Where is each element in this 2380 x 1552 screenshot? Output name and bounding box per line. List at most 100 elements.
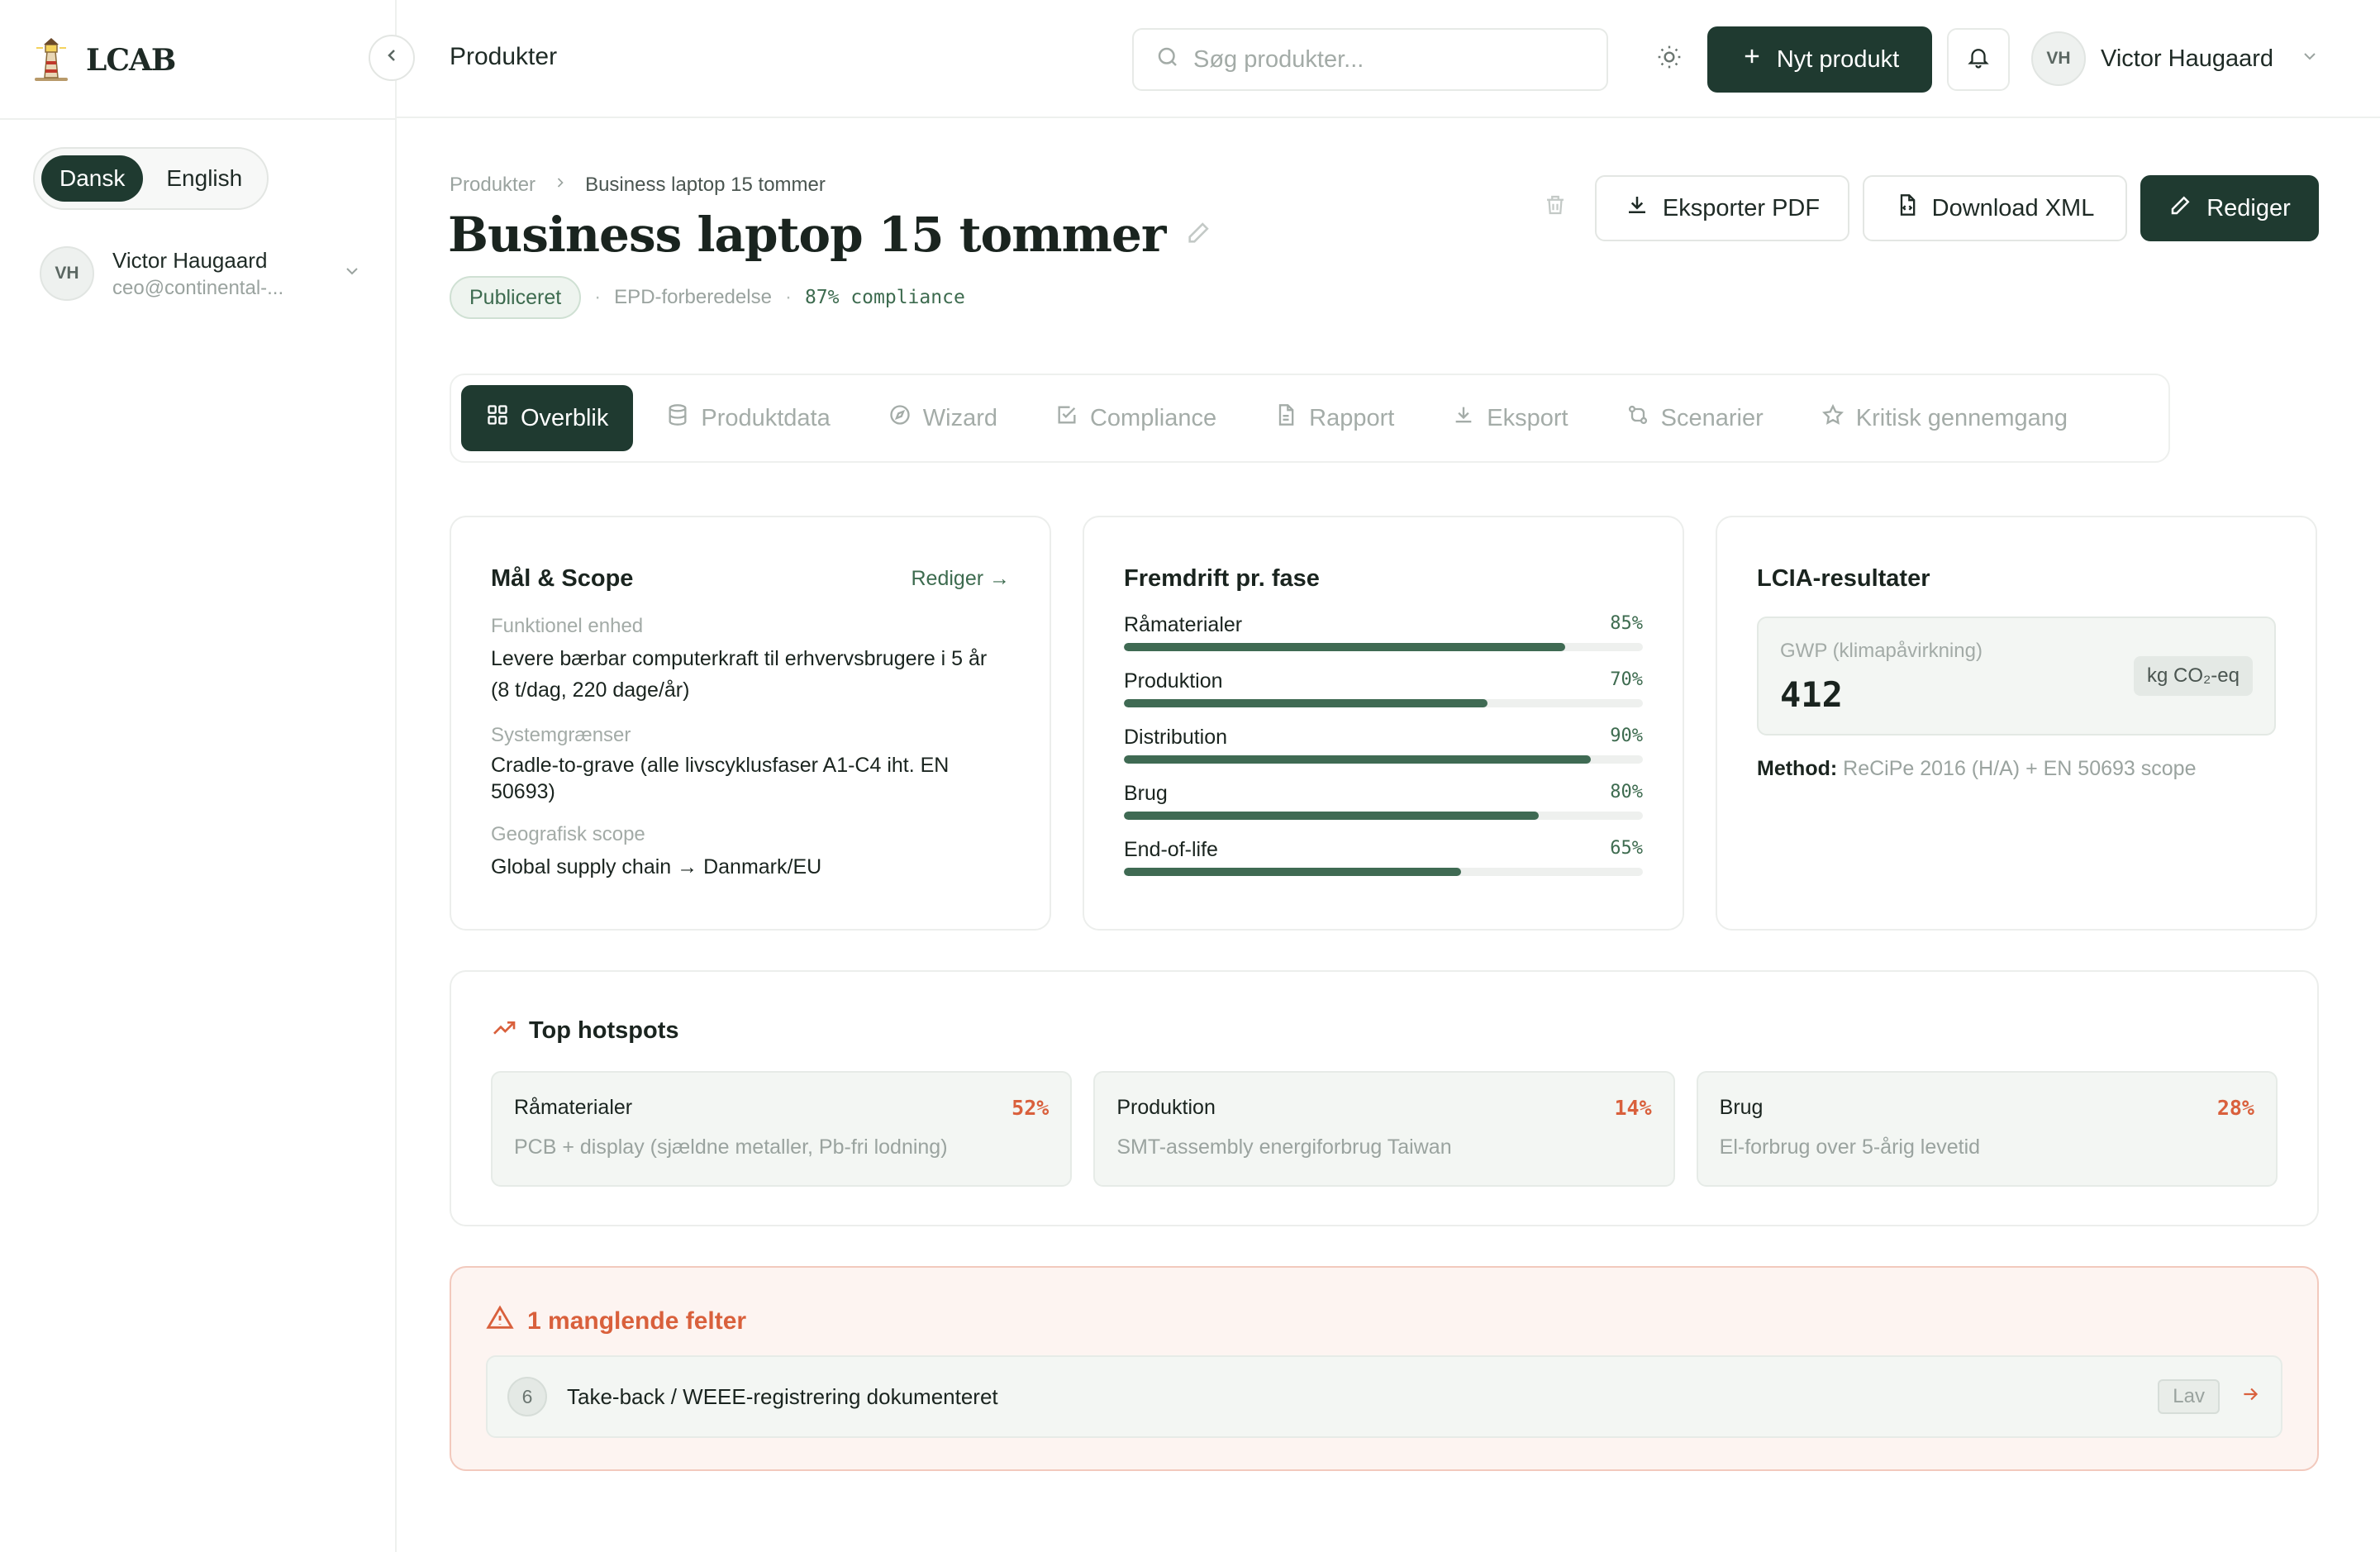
sidebar-divider bbox=[0, 118, 397, 120]
file-code-icon bbox=[1896, 192, 1919, 225]
product-tabs: Overblik Produktdata Wizard Compliance R… bbox=[450, 374, 2170, 463]
hotspot-name: Brug bbox=[1719, 1096, 1764, 1119]
hotspot-description: PCB + display (sjældne metaller, Pb-fri … bbox=[514, 1135, 948, 1159]
product-title-row: Business laptop 15 tommer bbox=[448, 207, 1213, 263]
phase-row: Råmaterialer 85% bbox=[1124, 613, 1643, 651]
progress-bar bbox=[1124, 868, 1643, 876]
missing-field-item[interactable]: 6 Take-back / WEEE-registrering dokument… bbox=[486, 1355, 2282, 1438]
sidebar-user-menu[interactable]: VH Victor Haugaard ceo@continental-... bbox=[40, 246, 362, 301]
chevron-down-icon bbox=[342, 261, 362, 287]
download-icon bbox=[1452, 403, 1475, 433]
hotspot-item[interactable]: Produktion 14% SMT-assembly energiforbru… bbox=[1093, 1071, 1675, 1187]
brand-name: LCAB bbox=[86, 43, 176, 78]
tab-wizard[interactable]: Wizard bbox=[864, 385, 1022, 451]
compliance-label: 87% compliance bbox=[804, 287, 965, 308]
collapse-sidebar-button[interactable] bbox=[369, 35, 415, 81]
field-value: Cradle-to-grave (alle livscyklusfaser A1… bbox=[491, 754, 950, 803]
hotspot-name: Råmaterialer bbox=[514, 1096, 633, 1119]
field-label: Geografisk scope bbox=[491, 823, 645, 845]
language-toggle: Dansk English bbox=[33, 147, 269, 210]
hotspot-item[interactable]: Brug 28% El-forbrug over 5-årig levetid bbox=[1696, 1071, 2278, 1187]
edit-scope-link[interactable]: Rediger → bbox=[912, 567, 1011, 591]
progress-bar bbox=[1124, 812, 1643, 820]
avatar: VH bbox=[40, 246, 94, 301]
phase-name: Brug bbox=[1124, 782, 1168, 805]
phase-name: Råmaterialer bbox=[1124, 613, 1243, 636]
card-title: Fremdrift pr. fase bbox=[1124, 564, 1320, 592]
phase-row: End-of-life 65% bbox=[1124, 838, 1643, 876]
hotspot-name: Produktion bbox=[1116, 1096, 1216, 1119]
user-menu[interactable]: VH Victor Haugaard bbox=[2031, 31, 2320, 86]
trending-up-icon bbox=[491, 1015, 517, 1047]
phase-name: End-of-life bbox=[1124, 838, 1218, 861]
status-badge: Publiceret bbox=[450, 276, 582, 319]
tab-product-data[interactable]: Produktdata bbox=[641, 385, 854, 451]
field-number: 6 bbox=[507, 1377, 547, 1416]
theme-toggle-button[interactable] bbox=[1646, 36, 1692, 83]
breadcrumb: Produkter Business laptop 15 tommer bbox=[450, 174, 826, 197]
download-icon bbox=[1625, 193, 1649, 224]
search-input[interactable]: Søg produkter... bbox=[1132, 28, 1608, 91]
edit-button[interactable]: Rediger bbox=[2140, 175, 2319, 241]
delete-button[interactable] bbox=[1537, 187, 1573, 228]
bell-icon bbox=[1966, 45, 1991, 75]
tab-critical-review[interactable]: Kritisk gennemgang bbox=[1797, 385, 2092, 451]
trash-icon bbox=[1543, 191, 1568, 225]
phase-percent: 65% bbox=[1610, 838, 1643, 859]
missing-fields-card: 1 manglende felter 6 Take-back / WEEE-re… bbox=[450, 1266, 2319, 1471]
phase-name: Distribution bbox=[1124, 726, 1228, 749]
phase-percent: 80% bbox=[1610, 782, 1643, 802]
user-name: Victor Haugaard bbox=[112, 247, 268, 273]
breadcrumb-current: Business laptop 15 tommer bbox=[585, 174, 826, 196]
hotspot-item[interactable]: Råmaterialer 52% PCB + display (sjældne … bbox=[491, 1071, 1073, 1187]
tab-overview[interactable]: Overblik bbox=[461, 385, 634, 451]
avatar: VH bbox=[2031, 31, 2086, 86]
method-value: ReCiPe 2016 (H/A) + EN 50693 scope bbox=[1843, 757, 2197, 780]
download-xml-button[interactable]: Download XML bbox=[1863, 175, 2127, 241]
new-product-label: Nyt produkt bbox=[1776, 45, 1900, 73]
brand-logo[interactable]: LCAB bbox=[31, 31, 176, 89]
plus-icon bbox=[1740, 45, 1764, 74]
tab-scenarios[interactable]: Scenarier bbox=[1602, 385, 1788, 451]
progress-fill bbox=[1124, 868, 1462, 876]
progress-fill bbox=[1124, 699, 1488, 707]
pencil-icon[interactable] bbox=[1185, 218, 1213, 252]
tab-export[interactable]: Eksport bbox=[1427, 385, 1592, 451]
lcia-results-card: LCIA-resultater GWP (klimapåvirkning) 41… bbox=[1716, 516, 2317, 931]
new-product-button[interactable]: Nyt produkt bbox=[1707, 26, 1932, 93]
card-title: Top hotspots bbox=[529, 1017, 679, 1044]
notifications-button[interactable] bbox=[1947, 28, 2010, 91]
chevron-left-icon bbox=[382, 45, 402, 71]
language-option-dansk[interactable]: Dansk bbox=[41, 155, 144, 202]
topbar: Produkter Søg produkter... Nyt produkt V… bbox=[397, 0, 2380, 118]
progress-bar bbox=[1124, 643, 1643, 651]
top-hotspots-card: Top hotspots Råmaterialer 52% PCB + disp… bbox=[450, 970, 2319, 1226]
unit-badge: kg CO₂-eq bbox=[2133, 656, 2253, 696]
method-line: Method: ReCiPe 2016 (H/A) + EN 50693 sco… bbox=[1757, 757, 2276, 781]
phase-percent: 90% bbox=[1610, 726, 1643, 746]
phase-list: Råmaterialer 85% Produktion 70% Distributi… bbox=[1124, 613, 1643, 876]
tab-report[interactable]: Rapport bbox=[1250, 385, 1419, 451]
hotspot-list: Råmaterialer 52% PCB + display (sjældne … bbox=[491, 1071, 2278, 1187]
hotspot-percent: 14% bbox=[1614, 1096, 1652, 1120]
missing-field-text: Take-back / WEEE-registrering dokumenter… bbox=[567, 1383, 998, 1409]
edit-label: Rediger bbox=[2206, 194, 2291, 221]
arrow-right-icon bbox=[2240, 1383, 2261, 1411]
method-label: Method: bbox=[1757, 757, 1838, 780]
language-option-english[interactable]: English bbox=[148, 155, 260, 202]
breadcrumb-products-link[interactable]: Produkter bbox=[450, 174, 536, 197]
field-value: Global supply chain → Danmark/EU bbox=[491, 855, 822, 878]
goal-scope-card: Mål & Scope Rediger → Funktionel enhed L… bbox=[450, 516, 1051, 931]
chevron-right-icon bbox=[552, 174, 569, 197]
download-xml-label: Download XML bbox=[1931, 194, 2095, 221]
database-icon bbox=[666, 403, 689, 433]
star-icon bbox=[1821, 403, 1844, 433]
tab-compliance[interactable]: Compliance bbox=[1031, 385, 1241, 451]
hotspot-description: SMT-assembly energiforbrug Taiwan bbox=[1116, 1135, 1452, 1159]
export-pdf-button[interactable]: Eksporter PDF bbox=[1595, 175, 1849, 241]
hotspot-percent: 28% bbox=[2216, 1096, 2254, 1120]
missing-fields-title: 1 manglende felter bbox=[527, 1307, 747, 1335]
hotspot-description: El-forbrug over 5-årig levetid bbox=[1719, 1135, 1981, 1159]
phase-percent: 85% bbox=[1610, 613, 1643, 634]
git-compare-icon bbox=[1626, 403, 1649, 433]
